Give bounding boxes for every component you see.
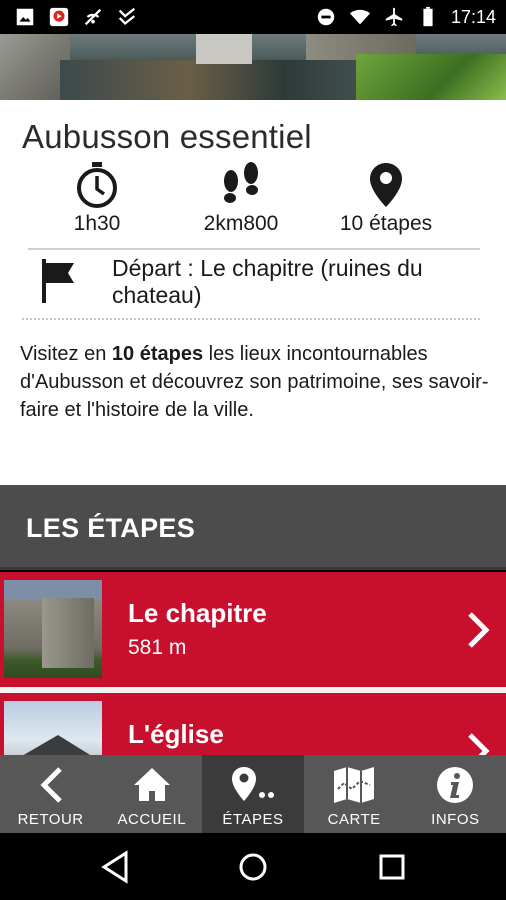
steps-section-header: LES ÉTAPES xyxy=(0,485,506,570)
system-nav-bar xyxy=(0,833,506,900)
info-icon xyxy=(437,767,474,803)
hero-photo xyxy=(0,34,506,100)
image-icon xyxy=(16,8,34,26)
steps-list[interactable]: Le chapitre 581 m L'église xyxy=(0,572,506,755)
flag-icon xyxy=(42,259,74,303)
map-pin-dots-icon xyxy=(231,767,274,801)
departure-info: Départ : Le chapitre (ruines du chateau) xyxy=(28,253,480,315)
check-icon xyxy=(118,7,136,25)
step-name: L'église xyxy=(128,719,224,749)
step-name: Le chapitre xyxy=(128,598,267,628)
status-time: 17:14 xyxy=(450,7,496,27)
wifi-icon xyxy=(349,9,371,25)
footsteps-icon xyxy=(224,162,258,203)
house-icon xyxy=(133,768,170,801)
chevron-right-icon xyxy=(468,612,490,648)
list-item[interactable]: L'église xyxy=(0,693,506,755)
tab-etapes[interactable]: ÉTAPES xyxy=(202,755,304,833)
airplane-icon xyxy=(385,7,403,27)
tab-accueil[interactable]: ACCUEIL xyxy=(101,755,202,833)
status-bar: 17:14 xyxy=(0,0,506,34)
tour-stats: 1h30 2km800 10 étapes xyxy=(0,160,506,244)
tab-carte[interactable]: CARTE xyxy=(304,755,405,833)
no-signal-icon xyxy=(84,8,102,26)
folded-map-icon xyxy=(334,767,375,803)
stat-steps: 10 étapes xyxy=(321,160,451,236)
page-title: Aubusson essentiel xyxy=(22,118,312,155)
step-thumbnail xyxy=(4,701,102,755)
list-item[interactable]: Le chapitre 581 m xyxy=(0,572,506,687)
tab-retour[interactable]: RETOUR xyxy=(0,755,101,833)
home-icon[interactable] xyxy=(233,849,273,885)
stat-distance: 2km800 xyxy=(176,160,306,236)
youtube-icon xyxy=(49,7,69,27)
dnd-icon xyxy=(317,8,335,26)
back-icon[interactable] xyxy=(96,849,136,885)
bottom-tab-bar: RETOUR ACCUEIL ÉTAPES CARTE INFOS xyxy=(0,755,506,833)
recent-apps-icon[interactable] xyxy=(372,849,412,885)
divider xyxy=(28,248,480,250)
departure-text: Départ : Le chapitre (ruines du chateau) xyxy=(112,255,423,308)
map-pin-icon xyxy=(370,163,402,207)
tab-infos[interactable]: INFOS xyxy=(405,755,506,833)
step-distance: 581 m xyxy=(128,636,187,659)
chevron-left-icon xyxy=(40,767,62,803)
stat-duration: 1h30 xyxy=(32,160,162,236)
section-title: LES ÉTAPES xyxy=(26,513,196,543)
battery-icon xyxy=(423,6,433,27)
chevron-right-icon xyxy=(468,733,490,755)
tour-card: Aubusson essentiel 1h30 2km800 10 étapes… xyxy=(0,100,506,485)
stopwatch-icon xyxy=(77,162,117,208)
tour-description: Visitez en 10 étapes les lieux incontour… xyxy=(20,343,489,421)
step-thumbnail xyxy=(4,580,102,678)
dotted-divider xyxy=(22,318,480,320)
